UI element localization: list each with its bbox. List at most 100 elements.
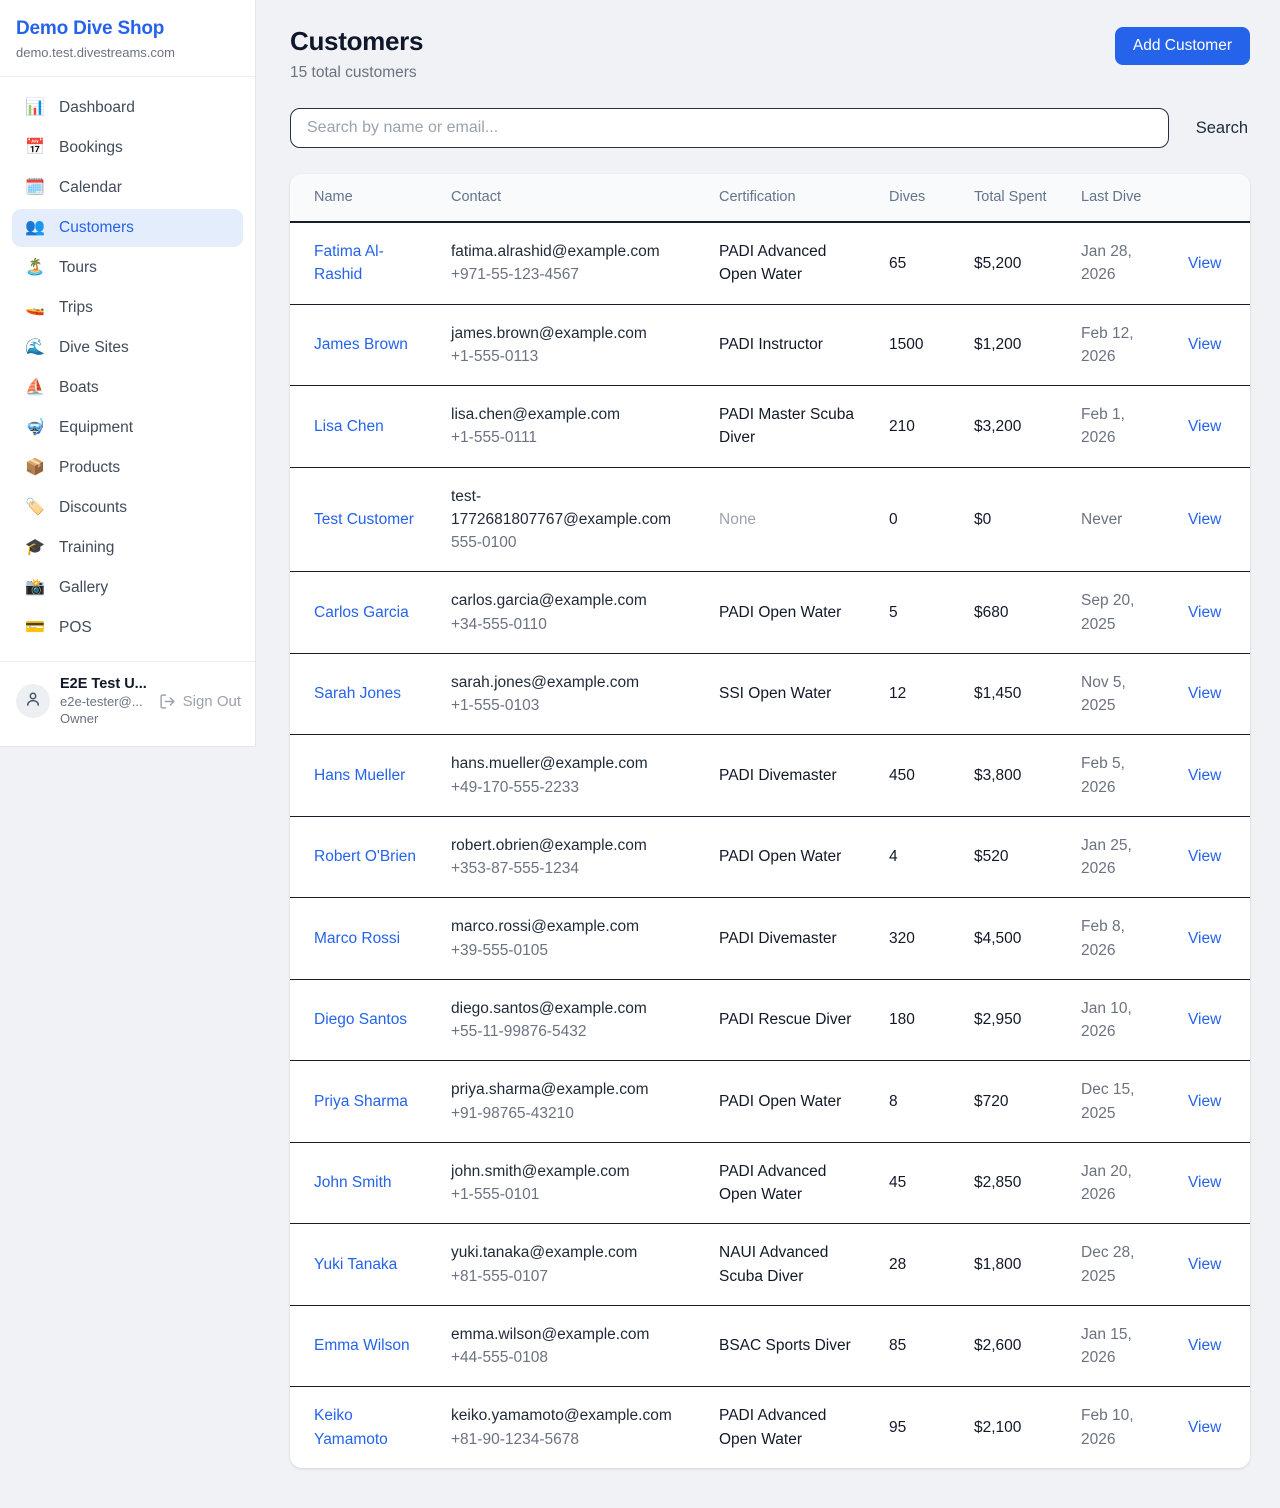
customer-name-link[interactable]: Test Customer [314, 511, 414, 528]
view-link[interactable]: View [1188, 255, 1221, 272]
view-link[interactable]: View [1188, 1174, 1221, 1191]
sidebar-item-discounts[interactable]: 🏷️Discounts [12, 489, 243, 527]
customer-contact-cell: carlos.garcia@example.com+34-555-0110 [435, 572, 703, 654]
view-link[interactable]: View [1188, 418, 1221, 435]
table-header-row: NameContactCertificationDivesTotal Spent… [290, 174, 1250, 222]
customer-phone: +39-555-0105 [451, 939, 687, 962]
view-link[interactable]: View [1188, 1093, 1221, 1110]
customer-email: diego.santos@example.com [451, 997, 687, 1020]
customer-dives: 28 [873, 1224, 958, 1306]
view-link[interactable]: View [1188, 1337, 1221, 1354]
column-header-total-spent: Total Spent [958, 174, 1065, 222]
customer-certification: PADI Open Water [703, 572, 873, 654]
customer-contact-cell: sarah.jones@example.com+1-555-0103 [435, 653, 703, 735]
customer-total-spent: $720 [958, 1061, 1065, 1143]
sidebar-item-dive-sites[interactable]: 🌊Dive Sites [12, 329, 243, 367]
customer-contact-cell: james.brown@example.com+1-555-0113 [435, 304, 703, 386]
customer-contact-cell: priya.sharma@example.com+91-98765-43210 [435, 1061, 703, 1143]
view-link[interactable]: View [1188, 604, 1221, 621]
customer-phone: +91-98765-43210 [451, 1102, 687, 1125]
column-header-name: Name [290, 174, 435, 222]
customer-dives: 1500 [873, 304, 958, 386]
customer-name-link[interactable]: Yuki Tanaka [314, 1256, 397, 1273]
search-button[interactable]: Search [1194, 115, 1250, 142]
customer-name-link[interactable]: Emma Wilson [314, 1337, 410, 1354]
customer-contact-cell: lisa.chen@example.com+1-555-0111 [435, 386, 703, 468]
calendar-icon: 🗓️ [24, 180, 46, 196]
customer-certification: PADI Divemaster [703, 898, 873, 980]
customer-view-cell: View [1172, 1061, 1250, 1143]
sidebar-item-tours[interactable]: 🏝️Tours [12, 249, 243, 287]
customer-email: emma.wilson@example.com [451, 1323, 687, 1346]
customer-name-link[interactable]: Marco Rossi [314, 930, 400, 947]
bookings-icon: 📅 [24, 140, 46, 156]
customer-view-cell: View [1172, 1224, 1250, 1306]
sidebar-item-products[interactable]: 📦Products [12, 449, 243, 487]
customer-name-link[interactable]: Priya Sharma [314, 1093, 408, 1110]
sidebar: Demo Dive Shop demo.test.divestreams.com… [0, 0, 256, 747]
shop-name[interactable]: Demo Dive Shop [16, 18, 239, 40]
sidebar-item-label: Training [59, 539, 114, 557]
sidebar-item-customers[interactable]: 👥Customers [12, 209, 243, 247]
customer-name-cell: John Smith [290, 1142, 435, 1224]
customer-email: yuki.tanaka@example.com [451, 1241, 687, 1264]
customer-last-dive: Feb 8, 2026 [1065, 898, 1172, 980]
customer-dives: 0 [873, 467, 958, 572]
sidebar-item-equipment[interactable]: 🤿Equipment [12, 409, 243, 447]
view-link[interactable]: View [1188, 511, 1221, 528]
customer-name-cell: Carlos Garcia [290, 572, 435, 654]
table-row: Sarah Jones sarah.jones@example.com+1-555… [290, 653, 1250, 735]
customer-certification: PADI Instructor [703, 304, 873, 386]
customer-phone: +971-55-123-4567 [451, 263, 687, 286]
customer-name-link[interactable]: Fatima Al-Rashid [314, 243, 384, 283]
sidebar-item-label: Boats [59, 379, 99, 397]
view-link[interactable]: View [1188, 1011, 1221, 1028]
customer-name-link[interactable]: John Smith [314, 1174, 392, 1191]
customer-view-cell: View [1172, 1387, 1250, 1468]
trips-icon: 🚤 [24, 300, 46, 316]
customer-name-link[interactable]: Sarah Jones [314, 685, 401, 702]
customer-name-link[interactable]: Robert O'Brien [314, 848, 416, 865]
view-link[interactable]: View [1188, 930, 1221, 947]
sidebar-item-boats[interactable]: ⛵ Boats [12, 369, 243, 407]
customer-name-link[interactable]: James Brown [314, 336, 408, 353]
sidebar-item-gallery[interactable]: 📸Gallery [12, 569, 243, 607]
customer-name-link[interactable]: Diego Santos [314, 1011, 407, 1028]
sidebar-item-trips[interactable]: 🚤 Trips [12, 289, 243, 327]
customer-view-cell: View [1172, 222, 1250, 304]
sidebar-item-label: Trips [59, 299, 93, 317]
sidebar-item-calendar[interactable]: 🗓️Calendar [12, 169, 243, 207]
view-link[interactable]: View [1188, 767, 1221, 784]
boats-icon: ⛵ [24, 380, 46, 396]
customer-name-link[interactable]: Keiko Yamamoto [314, 1407, 388, 1447]
customer-view-cell: View [1172, 572, 1250, 654]
sidebar-item-training[interactable]: 🎓Training [12, 529, 243, 567]
view-link[interactable]: View [1188, 1419, 1221, 1436]
customer-last-dive: Nov 5, 2025 [1065, 653, 1172, 735]
customer-name-link[interactable]: Hans Mueller [314, 767, 405, 784]
view-link[interactable]: View [1188, 336, 1221, 353]
customer-last-dive: Never [1065, 467, 1172, 572]
customer-dives: 12 [873, 653, 958, 735]
column-header-contact: Contact [435, 174, 703, 222]
column-header-actions [1172, 174, 1250, 222]
sidebar-item-label: Tours [59, 259, 97, 277]
sign-out-button[interactable]: Sign Out [159, 693, 241, 710]
customer-dives: 450 [873, 735, 958, 817]
sidebar-item-dashboard[interactable]: 📊Dashboard [12, 89, 243, 127]
search-input[interactable] [290, 108, 1169, 148]
customer-name-link[interactable]: Lisa Chen [314, 418, 384, 435]
sidebar-item-pos[interactable]: 💳POS [12, 609, 243, 647]
view-link[interactable]: View [1188, 685, 1221, 702]
customer-phone: +353-87-555-1234 [451, 857, 687, 880]
view-link[interactable]: View [1188, 848, 1221, 865]
customer-last-dive: Jan 15, 2026 [1065, 1305, 1172, 1387]
customer-total-spent: $3,800 [958, 735, 1065, 817]
customers-icon: 👥 [24, 220, 46, 236]
customer-name-cell: Priya Sharma [290, 1061, 435, 1143]
view-link[interactable]: View [1188, 1256, 1221, 1273]
sidebar-item-bookings[interactable]: 📅Bookings [12, 129, 243, 167]
customer-name-link[interactable]: Carlos Garcia [314, 604, 409, 621]
add-customer-button[interactable]: Add Customer [1115, 27, 1250, 65]
customer-name-cell: James Brown [290, 304, 435, 386]
